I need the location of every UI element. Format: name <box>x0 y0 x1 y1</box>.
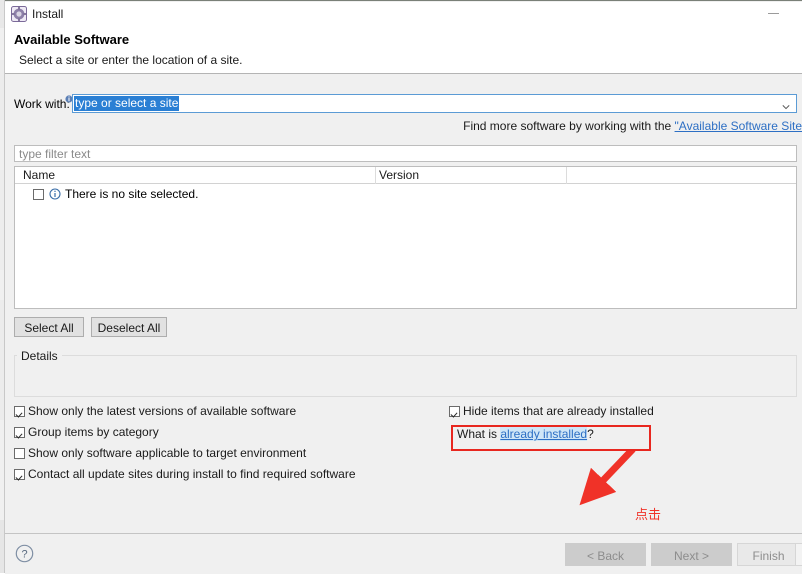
page-title: Available Software <box>14 32 130 47</box>
screenshot-root: Install Available Software Select a site… <box>0 0 802 574</box>
option-label: Hide items that are already installed <box>463 404 654 418</box>
what-is-already-installed-text: What is already installed? <box>457 427 594 441</box>
install-gear-icon <box>11 6 27 22</box>
minimize-button[interactable] <box>768 13 779 14</box>
checkbox[interactable] <box>14 427 25 438</box>
work-with-input[interactable]: type or select a site <box>74 96 180 111</box>
table-header: Name Version <box>15 167 796 184</box>
svg-text:?: ? <box>21 549 27 561</box>
back-button[interactable]: < Back <box>565 543 646 566</box>
dialog-footer: ? < Back Next > Finish Cancel <box>5 533 802 574</box>
install-dialog: Install Available Software Select a site… <box>5 0 802 574</box>
dialog-header: Available Software Select a site or ente… <box>5 27 802 74</box>
option-label: Contact all update sites during install … <box>28 467 356 481</box>
dialog-titlebar: Install <box>5 2 802 27</box>
software-table[interactable]: Name Version There is no site selected. <box>14 166 797 309</box>
page-subtitle: Select a site or enter the location of a… <box>19 53 243 67</box>
next-button[interactable]: Next > <box>651 543 732 566</box>
details-label: Details <box>18 349 61 363</box>
cancel-button[interactable]: Cancel <box>795 543 802 566</box>
find-more-prefix: Find more software by working with the <box>463 119 675 133</box>
what-is-suffix: ? <box>587 427 594 441</box>
dialog-title: Install <box>32 7 64 21</box>
annotation-note: 点击 <box>635 507 662 522</box>
details-group <box>14 355 797 397</box>
column-header-version[interactable]: Version <box>379 168 419 182</box>
work-with-label: Work with: <box>14 97 70 111</box>
option-label: Show only the latest versions of availab… <box>28 404 297 418</box>
available-software-sites-link[interactable]: "Available Software Site <box>675 119 802 133</box>
checkbox[interactable] <box>14 448 25 459</box>
checkbox[interactable] <box>14 406 25 417</box>
what-is-prefix: What is <box>457 427 501 441</box>
find-more-software-text: Find more software by working with the "… <box>463 119 802 133</box>
info-icon <box>49 188 61 200</box>
work-with-combo[interactable]: type or select a site <box>72 94 797 113</box>
checkbox[interactable] <box>14 469 25 480</box>
filter-input[interactable]: type filter text <box>14 145 797 162</box>
deselect-all-button[interactable]: Deselect All <box>91 317 167 337</box>
chevron-down-icon[interactable] <box>782 100 790 110</box>
info-icon <box>65 92 73 103</box>
table-row[interactable]: There is no site selected. <box>15 186 796 204</box>
column-header-name[interactable]: Name <box>23 168 55 182</box>
option-label: Show only software applicable to target … <box>28 446 307 460</box>
filter-placeholder: type filter text <box>19 147 91 161</box>
option-label: Group items by category <box>28 425 159 439</box>
checkbox[interactable] <box>449 406 460 417</box>
finish-button[interactable]: Finish <box>737 543 800 566</box>
already-installed-link[interactable]: already installed <box>500 427 588 441</box>
select-all-button[interactable]: Select All <box>14 317 84 337</box>
row-name: There is no site selected. <box>65 187 199 201</box>
red-arrow-icon <box>565 446 665 511</box>
help-question-icon[interactable]: ? <box>15 544 34 563</box>
row-checkbox[interactable] <box>33 189 44 200</box>
